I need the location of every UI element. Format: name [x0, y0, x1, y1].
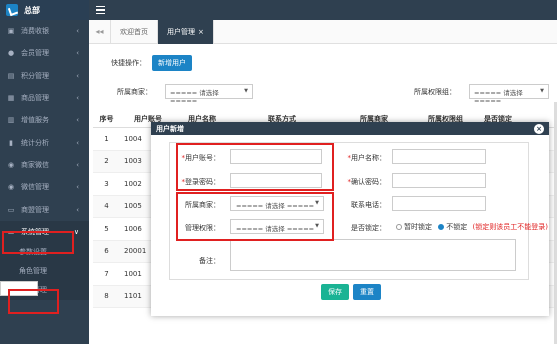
row-index: 5: [104, 224, 109, 233]
perm-filter-select[interactable]: ===== 请选择 ===== ▼: [469, 84, 549, 105]
row-index: 1: [104, 134, 109, 143]
sidebar-item-label: 积分管理: [21, 71, 49, 80]
reset-button[interactable]: 重置: [353, 284, 381, 300]
confirm-label-text: 确认密码：: [351, 178, 386, 186]
brand-title: 总部: [24, 5, 40, 15]
tab-label: 用户管理: [167, 27, 195, 36]
perm-filter-label: 所属权限组：: [414, 88, 456, 96]
remark-textarea[interactable]: [230, 239, 516, 271]
chart-icon: ▮: [9, 138, 13, 147]
row-index: 6: [104, 247, 109, 256]
tab-bar: ◂◂ 欢迎首页 用户管理 ×: [89, 19, 557, 44]
sidebar-item-label: 统计分析: [21, 138, 49, 147]
row-index: 8: [104, 292, 109, 301]
add-user-button[interactable]: 新增用户: [152, 55, 192, 71]
highlight-system-menu: [2, 231, 74, 254]
merchant-filter-value: ===== 请选择 =====: [170, 89, 219, 105]
chevron-left-icon: ‹: [76, 138, 79, 147]
quick-actions-label: 快捷操作：: [111, 59, 146, 67]
row-index: 3: [104, 179, 109, 188]
sidebar-item-label: 商品管理: [21, 94, 49, 103]
sidebar-item-label: 商盟管理: [21, 205, 49, 214]
sidebar-item-label: 消费收银: [21, 27, 49, 36]
sidebar-item[interactable]: ▮ 统计分析 ‹: [0, 131, 89, 153]
no-lock-radio[interactable]: [438, 224, 445, 230]
chevron-down-icon: ∨: [73, 227, 79, 236]
sidebar-item[interactable]: ● 会员管理 ‹: [0, 42, 89, 64]
name-input[interactable]: [392, 149, 486, 164]
perm-filter-value: ===== 请选择 =====: [474, 89, 523, 105]
name-label: *用户名称：: [332, 153, 387, 163]
logo-icon: [6, 4, 18, 16]
sidebar-item-label: 微信管理: [21, 183, 49, 192]
chevron-left-icon: ‹: [76, 183, 79, 192]
row-index: 2: [104, 157, 109, 166]
chevron-left-icon: ‹: [76, 94, 79, 103]
filter-bar: 所属商家： ===== 请选择 ===== ▼ 所属权限组： ===== 请选择…: [89, 82, 557, 105]
name-label-text: 用户名称：: [351, 154, 386, 162]
confirm-password-input[interactable]: [392, 173, 486, 188]
chevron-left-icon: ‹: [76, 27, 79, 36]
wechat2-icon: ◉: [7, 183, 15, 192]
chevron-left-icon: ‹: [76, 205, 79, 214]
sidebar-item-label: 会员管理: [21, 49, 49, 58]
wechat-icon: ◉: [7, 160, 15, 169]
points-icon: ▤: [7, 71, 15, 80]
lock-temp-label: 暂时锁定: [404, 223, 432, 231]
top-bar: [89, 0, 557, 20]
sidebar-item[interactable]: ◉ 商家微信 ‹: [0, 154, 89, 176]
chevron-left-icon: ‹: [76, 116, 79, 125]
chevron-down-icon: ▼: [244, 88, 248, 94]
cart-icon: ▣: [7, 27, 15, 36]
quick-actions: 快捷操作： 新增用户: [89, 52, 557, 74]
chevron-down-icon: ▼: [540, 88, 544, 94]
tab-user-management[interactable]: 用户管理 ×: [158, 19, 214, 44]
sidebar-item-label: 增值服务: [21, 116, 49, 125]
tab-close-icon[interactable]: ×: [198, 28, 204, 36]
confirm-label: *确认密码：: [332, 177, 387, 187]
sidebar-subitem[interactable]: 角色管理: [0, 261, 89, 281]
dialog-title: 用户新增: [156, 124, 184, 133]
sidebar-item[interactable]: ▭ 商盟管理 ‹: [0, 198, 89, 220]
phone-input[interactable]: [392, 196, 486, 211]
tab-scroll-left-icon[interactable]: ◂◂: [89, 19, 111, 44]
goods-icon: ▦: [7, 94, 15, 103]
phone-label: 联系电话：: [351, 201, 386, 209]
menu-toggle-icon[interactable]: [96, 6, 105, 14]
lock-options: 暂时锁定 不锁定 (锁定则该员工不能登录): [396, 222, 548, 232]
row-index: 7: [104, 269, 109, 278]
highlight-user-menu: [8, 289, 59, 314]
chevron-left-icon: ‹: [76, 49, 79, 58]
sidebar-item[interactable]: ▦ 商品管理 ‹: [0, 87, 89, 109]
user-icon: ●: [7, 49, 15, 58]
highlight-credentials: [176, 143, 334, 191]
remark-label: 备注：: [199, 257, 220, 265]
chevron-left-icon: ‹: [76, 71, 79, 80]
sidebar-item[interactable]: ▤ 积分管理 ‹: [0, 65, 89, 87]
no-lock-label: 不锁定: [446, 223, 468, 231]
close-icon[interactable]: ×: [534, 123, 544, 134]
brand: 总部: [0, 0, 89, 20]
sidebar-item[interactable]: ◉ 微信管理 ‹: [0, 176, 89, 198]
service-icon: ▥: [7, 116, 15, 125]
dialog-header: 用户新增 ×: [151, 122, 549, 135]
merchant-filter-select[interactable]: ===== 请选择 ===== ▼: [165, 84, 253, 105]
chevron-left-icon: ‹: [76, 160, 79, 169]
sidebar-item-label: 商家微信: [21, 160, 49, 169]
highlight-selects: [176, 192, 334, 241]
lock-temp-radio[interactable]: [396, 224, 402, 230]
merchant-filter-label: 所属商家：: [117, 88, 152, 96]
sidebar-item[interactable]: ▥ 增值服务 ‹: [0, 109, 89, 131]
shop-icon: ▭: [7, 205, 15, 214]
lock-hint: (锁定则该员工不能登录): [472, 223, 548, 231]
lock-label: 是否锁定：: [351, 224, 386, 232]
row-index: 4: [104, 202, 109, 211]
column-header: 序号: [99, 115, 114, 123]
save-button[interactable]: 保存: [321, 284, 349, 300]
tab-welcome[interactable]: 欢迎首页: [111, 19, 158, 44]
sidebar-item[interactable]: ▣ 消费收银 ‹: [0, 20, 89, 42]
